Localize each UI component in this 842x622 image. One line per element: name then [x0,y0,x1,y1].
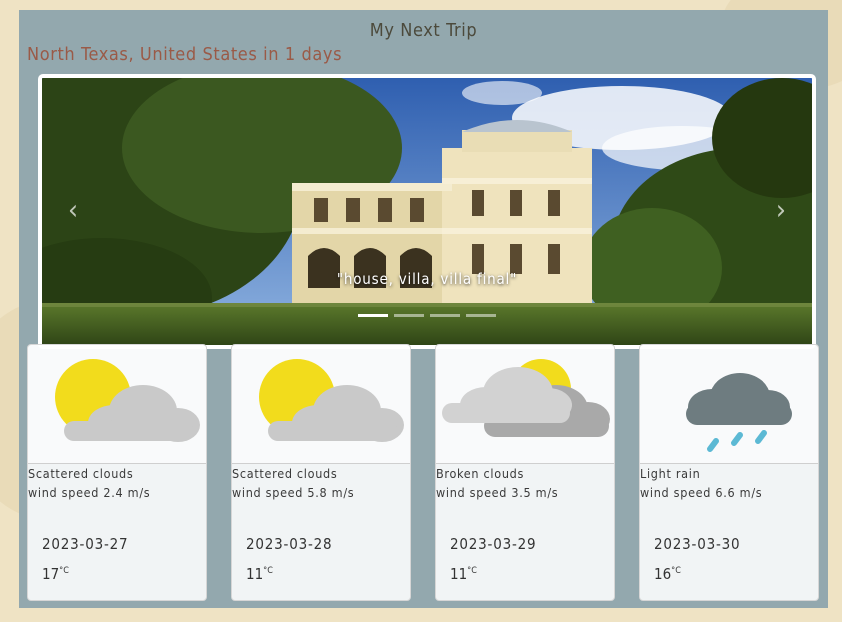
weather-description: Light rain [640,466,701,481]
photo-carousel[interactable]: ‹ › "house, villa, villa final" [38,74,816,349]
temperature: 11°C [450,565,477,583]
forecast-date: 2023-03-30 [654,535,741,553]
wind-speed: wind speed 3.5 m/s [436,485,559,500]
weather-description: Scattered clouds [28,466,134,481]
page-title: My Next Trip [369,20,478,41]
light-rain-icon [640,345,818,464]
temperature-value: 17 [42,565,60,583]
temperature-unit: °C [263,566,273,576]
wind-speed: wind speed 6.6 m/s [640,485,763,500]
forecast-card: Scattered clouds wind speed 5.8 m/s 2023… [231,344,411,601]
temperature: 17°C [42,565,69,583]
carousel-indicator[interactable] [394,314,424,317]
temperature-unit: °C [671,566,681,576]
destination-heading: North Texas, United States in 1 days [27,44,343,65]
forecast-date: 2023-03-29 [450,535,537,553]
forecast-card: Light rain wind speed 6.6 m/s 2023-03-30… [639,344,819,601]
temperature-value: 11 [246,565,264,583]
partly-cloudy-icon [232,345,410,464]
forecast-card: Broken clouds wind speed 3.5 m/s 2023-03… [435,344,615,601]
forecast-date: 2023-03-27 [42,535,129,553]
carousel-indicator[interactable] [430,314,460,317]
carousel-prev-icon[interactable]: ‹ [68,196,78,224]
temperature-unit: °C [467,566,477,576]
partly-cloudy-icon [28,345,206,464]
temperature-unit: °C [59,566,69,576]
temperature-value: 11 [450,565,468,583]
destination-photo [42,78,812,345]
carousel-indicator[interactable] [466,314,496,317]
forecast-card: Scattered clouds wind speed 2.4 m/s 2023… [27,344,207,601]
carousel-indicator[interactable] [358,314,388,317]
trip-panel: My Next Trip North Texas, United States … [19,10,828,608]
temperature-value: 16 [654,565,672,583]
temperature: 11°C [246,565,273,583]
carousel-caption: "house, villa, villa final" [336,270,518,288]
weather-description: Broken clouds [436,466,525,481]
carousel-next-icon[interactable]: › [776,196,786,224]
wind-speed: wind speed 2.4 m/s [28,485,151,500]
forecast-cards: Scattered clouds wind speed 2.4 m/s 2023… [27,344,821,602]
forecast-date: 2023-03-28 [246,535,333,553]
broken-clouds-icon [436,345,614,464]
wind-speed: wind speed 5.8 m/s [232,485,355,500]
weather-description: Scattered clouds [232,466,338,481]
temperature: 16°C [654,565,681,583]
carousel-indicators [42,314,812,317]
